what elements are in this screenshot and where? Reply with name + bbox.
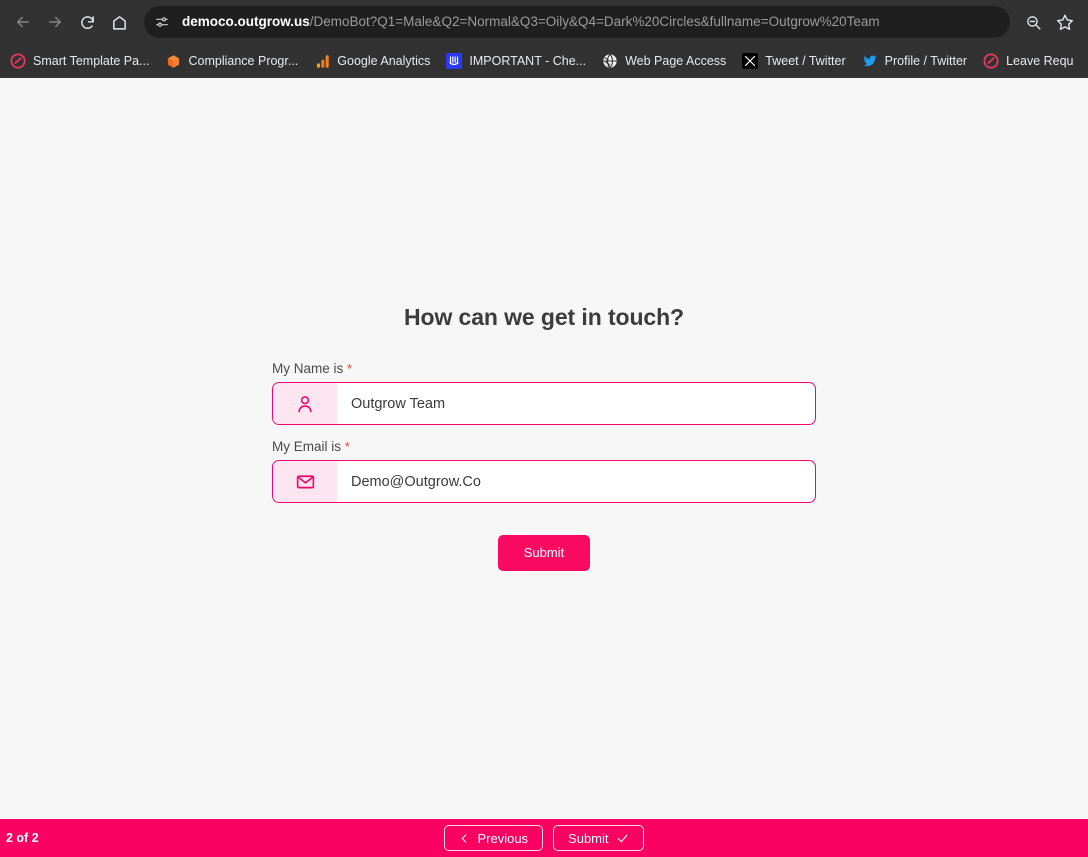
- zoom-out-icon[interactable]: [1018, 7, 1048, 37]
- page-viewport: How can we get in touch? My Name is * My…: [0, 78, 1088, 857]
- forward-button[interactable]: [40, 7, 70, 37]
- required-marker: *: [344, 439, 350, 454]
- bookmark-label: Leave Requ: [1006, 54, 1074, 68]
- field-email-label-text: My Email is: [272, 439, 342, 454]
- bookmarks-bar: Smart Template Pa... Compliance Progr...…: [0, 44, 1088, 78]
- address-bar[interactable]: democo.outgrow.us/DemoBot?Q1=Male&Q2=Nor…: [144, 6, 1010, 38]
- twitter-bird-icon: [862, 53, 878, 69]
- submit-button[interactable]: Submit: [497, 535, 591, 571]
- bookmark-star-icon[interactable]: [1050, 7, 1080, 37]
- check-icon: [616, 832, 629, 845]
- bookmark-important[interactable]: IMPORTANT - Che...: [438, 49, 594, 73]
- bookmark-label: IMPORTANT - Che...: [469, 54, 587, 68]
- globe-icon: [602, 53, 618, 69]
- bookmark-label: Compliance Progr...: [188, 54, 299, 68]
- bookmark-label: Smart Template Pa...: [33, 54, 150, 68]
- field-name-label-text: My Name is: [272, 361, 344, 376]
- outgrow-logo-icon: [10, 53, 26, 69]
- bottom-navigation-bar: 2 of 2 Previous Submit: [0, 819, 1088, 857]
- bookmark-profile-twitter[interactable]: Profile / Twitter: [854, 49, 975, 73]
- url-path: /DemoBot?Q1=Male&Q2=Normal&Q3=Oily&Q4=Da…: [309, 14, 880, 29]
- bottom-submit-label: Submit: [568, 830, 609, 846]
- bookmark-label: Google Analytics: [337, 54, 431, 68]
- reload-button[interactable]: [72, 7, 102, 37]
- bookmark-label: Tweet / Twitter: [765, 54, 846, 68]
- email-input[interactable]: [337, 461, 815, 502]
- required-marker: *: [347, 361, 353, 376]
- bookmark-smart-template[interactable]: Smart Template Pa...: [2, 49, 158, 73]
- orange-cube-icon: [166, 53, 182, 69]
- blue-square-icon: [446, 53, 463, 69]
- name-input-row[interactable]: [272, 382, 816, 425]
- x-logo-icon: [742, 53, 759, 69]
- outgrow-logo-icon: [983, 53, 999, 69]
- bookmark-label: Profile / Twitter: [884, 54, 968, 68]
- url-host: democo.outgrow.us: [182, 14, 310, 29]
- bookmark-web-page-access[interactable]: Web Page Access: [594, 49, 734, 73]
- field-name: My Name is *: [272, 361, 816, 425]
- browser-chrome: democo.outgrow.us/DemoBot?Q1=Male&Q2=Nor…: [0, 0, 1088, 78]
- page-settings-icon[interactable]: [148, 8, 176, 36]
- previous-button[interactable]: Previous: [444, 825, 544, 851]
- field-email-label: My Email is *: [272, 439, 816, 454]
- toolbar-actions: [1018, 7, 1080, 37]
- envelope-icon: [273, 461, 337, 502]
- bookmark-google-analytics[interactable]: Google Analytics: [306, 49, 438, 73]
- form-fields: My Name is * My Email is *: [272, 331, 816, 571]
- bottom-nav-buttons: Previous Submit: [444, 825, 644, 851]
- field-email: My Email is *: [272, 439, 816, 503]
- browser-toolbar: democo.outgrow.us/DemoBot?Q1=Male&Q2=Nor…: [0, 0, 1088, 44]
- bookmark-label: Web Page Access: [625, 54, 727, 68]
- analytics-bars-icon: [314, 53, 330, 69]
- contact-form: How can we get in touch? My Name is * My…: [0, 78, 1088, 571]
- address-bar-url: democo.outgrow.us/DemoBot?Q1=Male&Q2=Nor…: [182, 6, 880, 38]
- back-button[interactable]: [8, 7, 38, 37]
- page-title: How can we get in touch?: [403, 304, 684, 330]
- submit-section: Submit: [272, 513, 816, 571]
- chevron-left-icon: [459, 833, 470, 844]
- home-button[interactable]: [104, 7, 134, 37]
- previous-button-label: Previous: [477, 830, 529, 846]
- email-input-row[interactable]: [272, 460, 816, 503]
- bookmark-compliance[interactable]: Compliance Progr...: [158, 49, 307, 73]
- bottom-submit-button[interactable]: Submit: [553, 825, 644, 851]
- person-icon: [273, 383, 337, 424]
- field-name-label: My Name is *: [272, 361, 816, 376]
- page-counter: 2 of 2: [6, 831, 39, 845]
- bookmark-leave-request[interactable]: Leave Requ: [975, 49, 1081, 73]
- bookmark-tweet-twitter[interactable]: Tweet / Twitter: [734, 49, 853, 73]
- name-input[interactable]: [337, 383, 815, 424]
